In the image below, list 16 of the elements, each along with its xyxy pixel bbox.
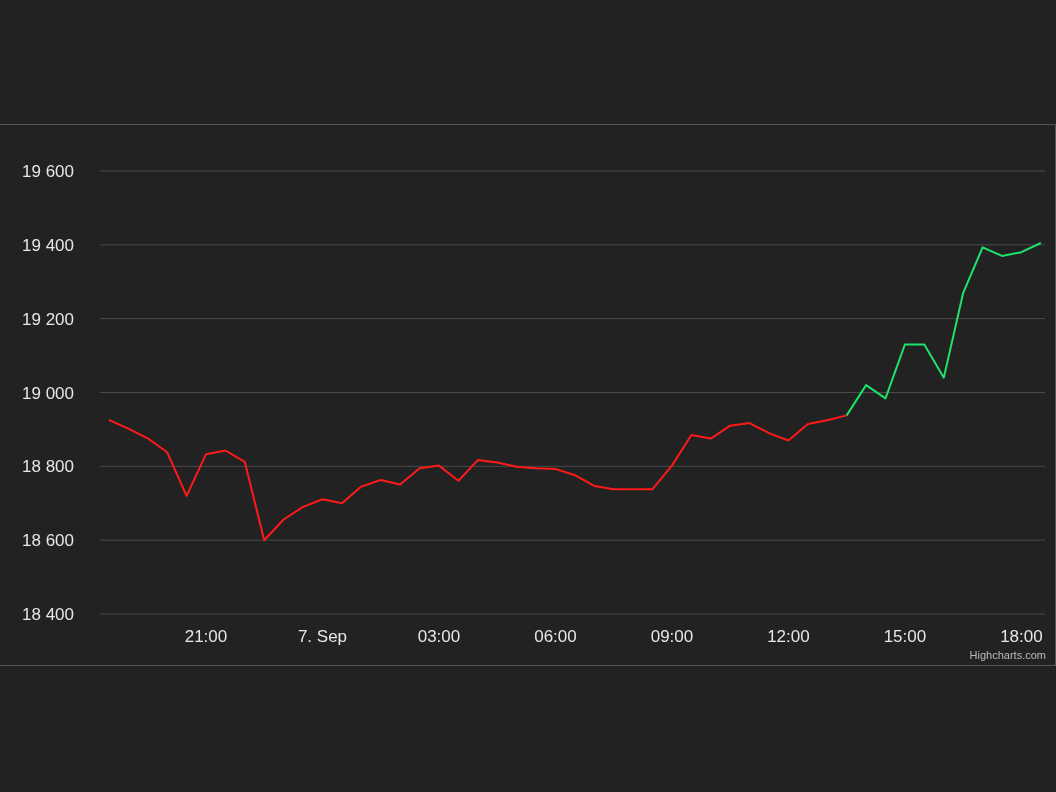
x-axis-label: 03:00 <box>417 627 461 646</box>
x-axis-label: 06:00 <box>534 627 577 646</box>
x-axis-label: 15:00 <box>883 627 927 646</box>
y-axis-label: 18 800 <box>22 457 74 477</box>
y-axis-label: 19 600 <box>22 162 74 181</box>
x-axis-label: 12:00 <box>767 627 810 646</box>
y-axis-label: 19 400 <box>22 235 74 255</box>
x-axis-label: 21:00 <box>184 627 228 646</box>
y-axis-label: 18 400 <box>22 605 74 624</box>
credit-link[interactable]: Highcharts.com <box>969 649 1046 661</box>
y-axis-label: 18 600 <box>22 531 74 551</box>
x-axis-label: 7. Sep <box>297 627 348 646</box>
y-axis-label: 19 200 <box>22 309 74 329</box>
x-axis-label: 09:00 <box>650 627 694 646</box>
y-axis-label: 19 000 <box>22 383 74 403</box>
x-axis-label: 18:00 <box>1000 627 1043 646</box>
